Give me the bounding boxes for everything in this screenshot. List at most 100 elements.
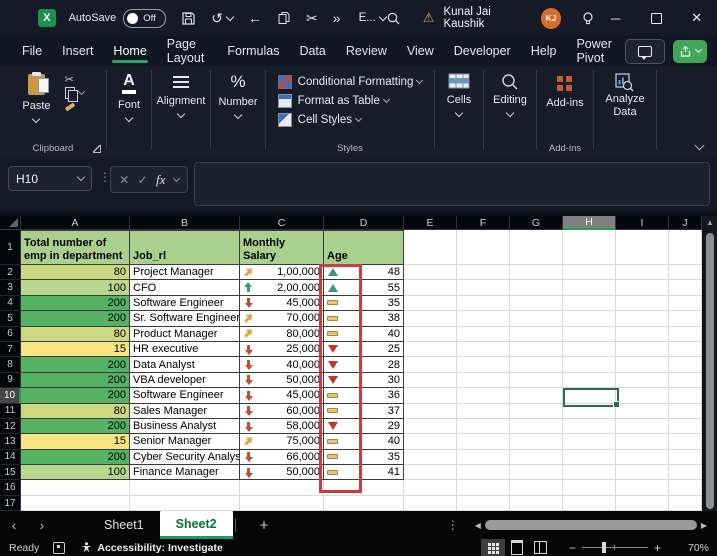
page-break-view-button[interactable]	[529, 539, 553, 556]
cell-D7[interactable]: 25	[324, 342, 404, 357]
row-header-5[interactable]: 5	[0, 311, 21, 326]
share-button[interactable]	[673, 40, 707, 63]
copy-button[interactable]	[277, 11, 291, 26]
cell-H12[interactable]	[563, 419, 616, 434]
accessibility-status[interactable]: Accessibility: Investigate	[81, 542, 222, 554]
page-layout-view-button[interactable]	[505, 539, 529, 556]
cell-J3[interactable]	[669, 280, 702, 295]
cell-J6[interactable]	[669, 327, 702, 342]
cell-C16[interactable]	[240, 480, 324, 495]
cell-B1[interactable]: Job_rl	[130, 230, 240, 265]
save-button[interactable]	[181, 11, 196, 26]
avatar[interactable]: KJ	[541, 8, 561, 29]
cell-E10[interactable]	[404, 388, 457, 403]
horizontal-scrollbar[interactable]: ◀ ▶	[471, 519, 711, 531]
cell-A16[interactable]	[21, 480, 130, 495]
cell-B14[interactable]: Cyber Security Analyst	[130, 450, 240, 465]
cell-F8[interactable]	[457, 357, 510, 372]
undo-button[interactable]: ↺	[211, 11, 233, 25]
cell-I15[interactable]	[616, 465, 669, 480]
cell-E2[interactable]	[404, 265, 457, 280]
zoom-in-button[interactable]: +	[648, 541, 667, 555]
cell-J8[interactable]	[669, 357, 702, 372]
new-sheet-button[interactable]: +	[260, 517, 269, 534]
back-arrow-button[interactable]: ←	[248, 11, 262, 25]
zoom-out-button[interactable]: −	[563, 541, 582, 555]
cell-F9[interactable]	[457, 373, 510, 388]
cell-styles-button[interactable]: Cell Styles	[278, 110, 361, 129]
cell-J17[interactable]	[669, 496, 702, 511]
cell-I3[interactable]	[616, 280, 669, 295]
cell-J1[interactable]	[669, 230, 702, 265]
scroll-right-icon[interactable]: ▶	[697, 521, 711, 530]
cell-A11[interactable]: 80	[21, 404, 130, 419]
cell-C17[interactable]	[240, 496, 324, 511]
cell-G11[interactable]	[510, 404, 563, 419]
sheet-tab-sheet2[interactable]: Sheet2	[160, 511, 233, 539]
cell-G5[interactable]	[510, 311, 563, 326]
cell-G8[interactable]	[510, 357, 563, 372]
cell-I8[interactable]	[616, 357, 669, 372]
cell-J13[interactable]	[669, 434, 702, 449]
cell-D8[interactable]: 28	[324, 357, 404, 372]
cut-button[interactable]: ✂	[65, 72, 84, 86]
cell-G10[interactable]	[510, 388, 563, 403]
zoom-slider-thumb[interactable]	[602, 542, 606, 553]
cell-I14[interactable]	[616, 450, 669, 465]
cell-F15[interactable]	[457, 465, 510, 480]
cell-A14[interactable]: 200	[21, 450, 130, 465]
cell-A9[interactable]: 200	[21, 373, 130, 388]
comments-button[interactable]	[625, 39, 665, 64]
cell-A13[interactable]: 15	[21, 434, 130, 449]
horizontal-scrollbar-thumb[interactable]	[485, 520, 697, 530]
addins-button[interactable]: Add-ins	[546, 73, 583, 109]
number-button[interactable]: % Number	[218, 73, 257, 118]
cell-H16[interactable]	[563, 480, 616, 495]
cell-E4[interactable]	[404, 296, 457, 311]
cell-C8[interactable]: 40,000	[240, 357, 324, 372]
cell-A8[interactable]: 200	[21, 357, 130, 372]
cell-D6[interactable]: 40	[324, 327, 404, 342]
cell-C10[interactable]: 45,000	[240, 388, 324, 403]
cell-F13[interactable]	[457, 434, 510, 449]
cell-J15[interactable]	[669, 465, 702, 480]
cancel-icon[interactable]: ✕	[119, 173, 129, 187]
minimize-button[interactable]: ─	[595, 0, 636, 36]
cell-J7[interactable]	[669, 342, 702, 357]
cell-B7[interactable]: HR executive	[130, 342, 240, 357]
cell-D17[interactable]	[324, 496, 404, 511]
cell-G14[interactable]	[510, 450, 563, 465]
cell-B11[interactable]: Sales Manager	[130, 404, 240, 419]
cell-A6[interactable]: 80	[21, 327, 130, 342]
dialog-launcher-icon[interactable]	[93, 145, 101, 153]
cell-I5[interactable]	[616, 311, 669, 326]
cell-G17[interactable]	[510, 496, 563, 511]
cell-B2[interactable]: Project Manager	[130, 265, 240, 280]
format-painter-button[interactable]	[65, 100, 84, 114]
cell-D9[interactable]: 30	[324, 373, 404, 388]
column-header-J[interactable]: J	[669, 216, 702, 230]
cell-G2[interactable]	[510, 265, 563, 280]
column-header-A[interactable]: A	[21, 216, 130, 230]
cell-C1[interactable]: Monthly Salary	[240, 230, 324, 265]
cell-B17[interactable]	[130, 496, 240, 511]
cell-C5[interactable]: 70,000	[240, 311, 324, 326]
search-icon[interactable]	[386, 11, 401, 26]
more-commands-button[interactable]: »	[333, 11, 341, 25]
cell-C13[interactable]: 75,000	[240, 434, 324, 449]
cell-H2[interactable]	[563, 265, 616, 280]
cell-C6[interactable]: 80,000	[240, 327, 324, 342]
cell-E11[interactable]	[404, 404, 457, 419]
cell-E17[interactable]	[404, 496, 457, 511]
row-header-9[interactable]: 9	[0, 373, 21, 388]
cell-J2[interactable]	[669, 265, 702, 280]
cell-G3[interactable]	[510, 280, 563, 295]
cell-D2[interactable]: 48	[324, 265, 404, 280]
cell-G15[interactable]	[510, 465, 563, 480]
cell-D5[interactable]: 38	[324, 311, 404, 326]
format-as-table-button[interactable]: Format as Table	[278, 91, 389, 110]
cell-I7[interactable]	[616, 342, 669, 357]
maximize-button[interactable]	[636, 0, 677, 36]
cell-H13[interactable]	[563, 434, 616, 449]
cell-A12[interactable]: 200	[21, 419, 130, 434]
